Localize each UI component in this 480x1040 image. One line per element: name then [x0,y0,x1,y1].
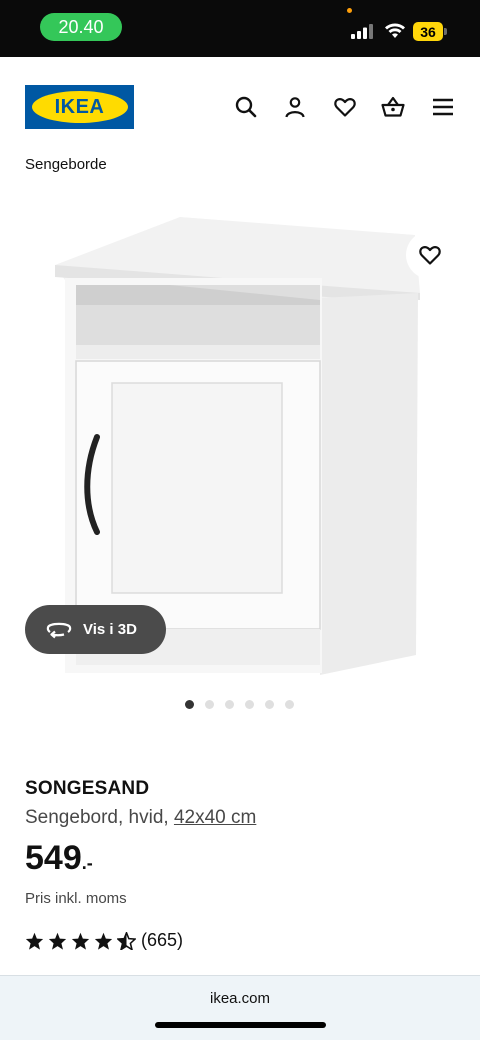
star-full-icon [25,932,44,950]
home-indicator[interactable] [155,1022,326,1028]
battery-level: 36 [413,22,443,41]
logo-text: IKEA [54,95,105,118]
product-name: SONGESAND [25,778,150,799]
gallery-dot[interactable] [265,700,274,709]
heart-icon[interactable] [333,95,357,119]
browser-address-bar[interactable] [0,975,480,1040]
star-half-icon [117,932,136,950]
product-price: 549.- [25,839,93,878]
ikea-logo[interactable]: IKEA [25,85,134,129]
view-3d-label: Vis i 3D [83,621,137,638]
price-value: 549 [25,839,82,877]
add-to-favorites-button[interactable] [406,231,454,279]
status-bar: 20.40 36 [0,0,480,57]
status-time: 20.40 [40,13,122,41]
gallery-dot[interactable] [285,700,294,709]
shopping-basket-icon[interactable] [381,95,405,119]
gallery-dot[interactable] [225,700,234,709]
product-description: Sengebord, hvid, 42x40 cm [25,807,256,829]
view-3d-button[interactable]: Vis i 3D [25,605,166,654]
user-icon[interactable] [283,95,307,119]
gallery-dot[interactable] [205,700,214,709]
breadcrumb[interactable]: Sengeborde [25,156,107,173]
gallery-pagination[interactable] [185,700,294,709]
privacy-indicator [347,8,352,13]
star-full-icon [48,932,67,950]
product-type: Sengebord, hvid, [25,807,174,828]
search-icon[interactable] [234,95,258,119]
url-text[interactable]: ikea.com [0,990,480,1007]
product-size-link[interactable]: 42x40 cm [174,807,256,828]
gallery-dot[interactable] [185,700,194,709]
wifi-icon [385,23,405,38]
vat-note: Pris inkl. moms [25,890,127,907]
battery-icon: 36 [413,22,447,41]
rating-stars[interactable] [25,932,136,950]
rotate-3d-icon [46,622,72,638]
cellular-signal-icon [351,24,373,39]
price-suffix: .- [81,853,93,873]
heart-icon [419,246,441,265]
menu-icon[interactable] [431,95,455,119]
star-full-icon [94,932,113,950]
gallery-dot[interactable] [245,700,254,709]
rating-count[interactable]: (665) [141,930,183,951]
star-full-icon [71,932,90,950]
